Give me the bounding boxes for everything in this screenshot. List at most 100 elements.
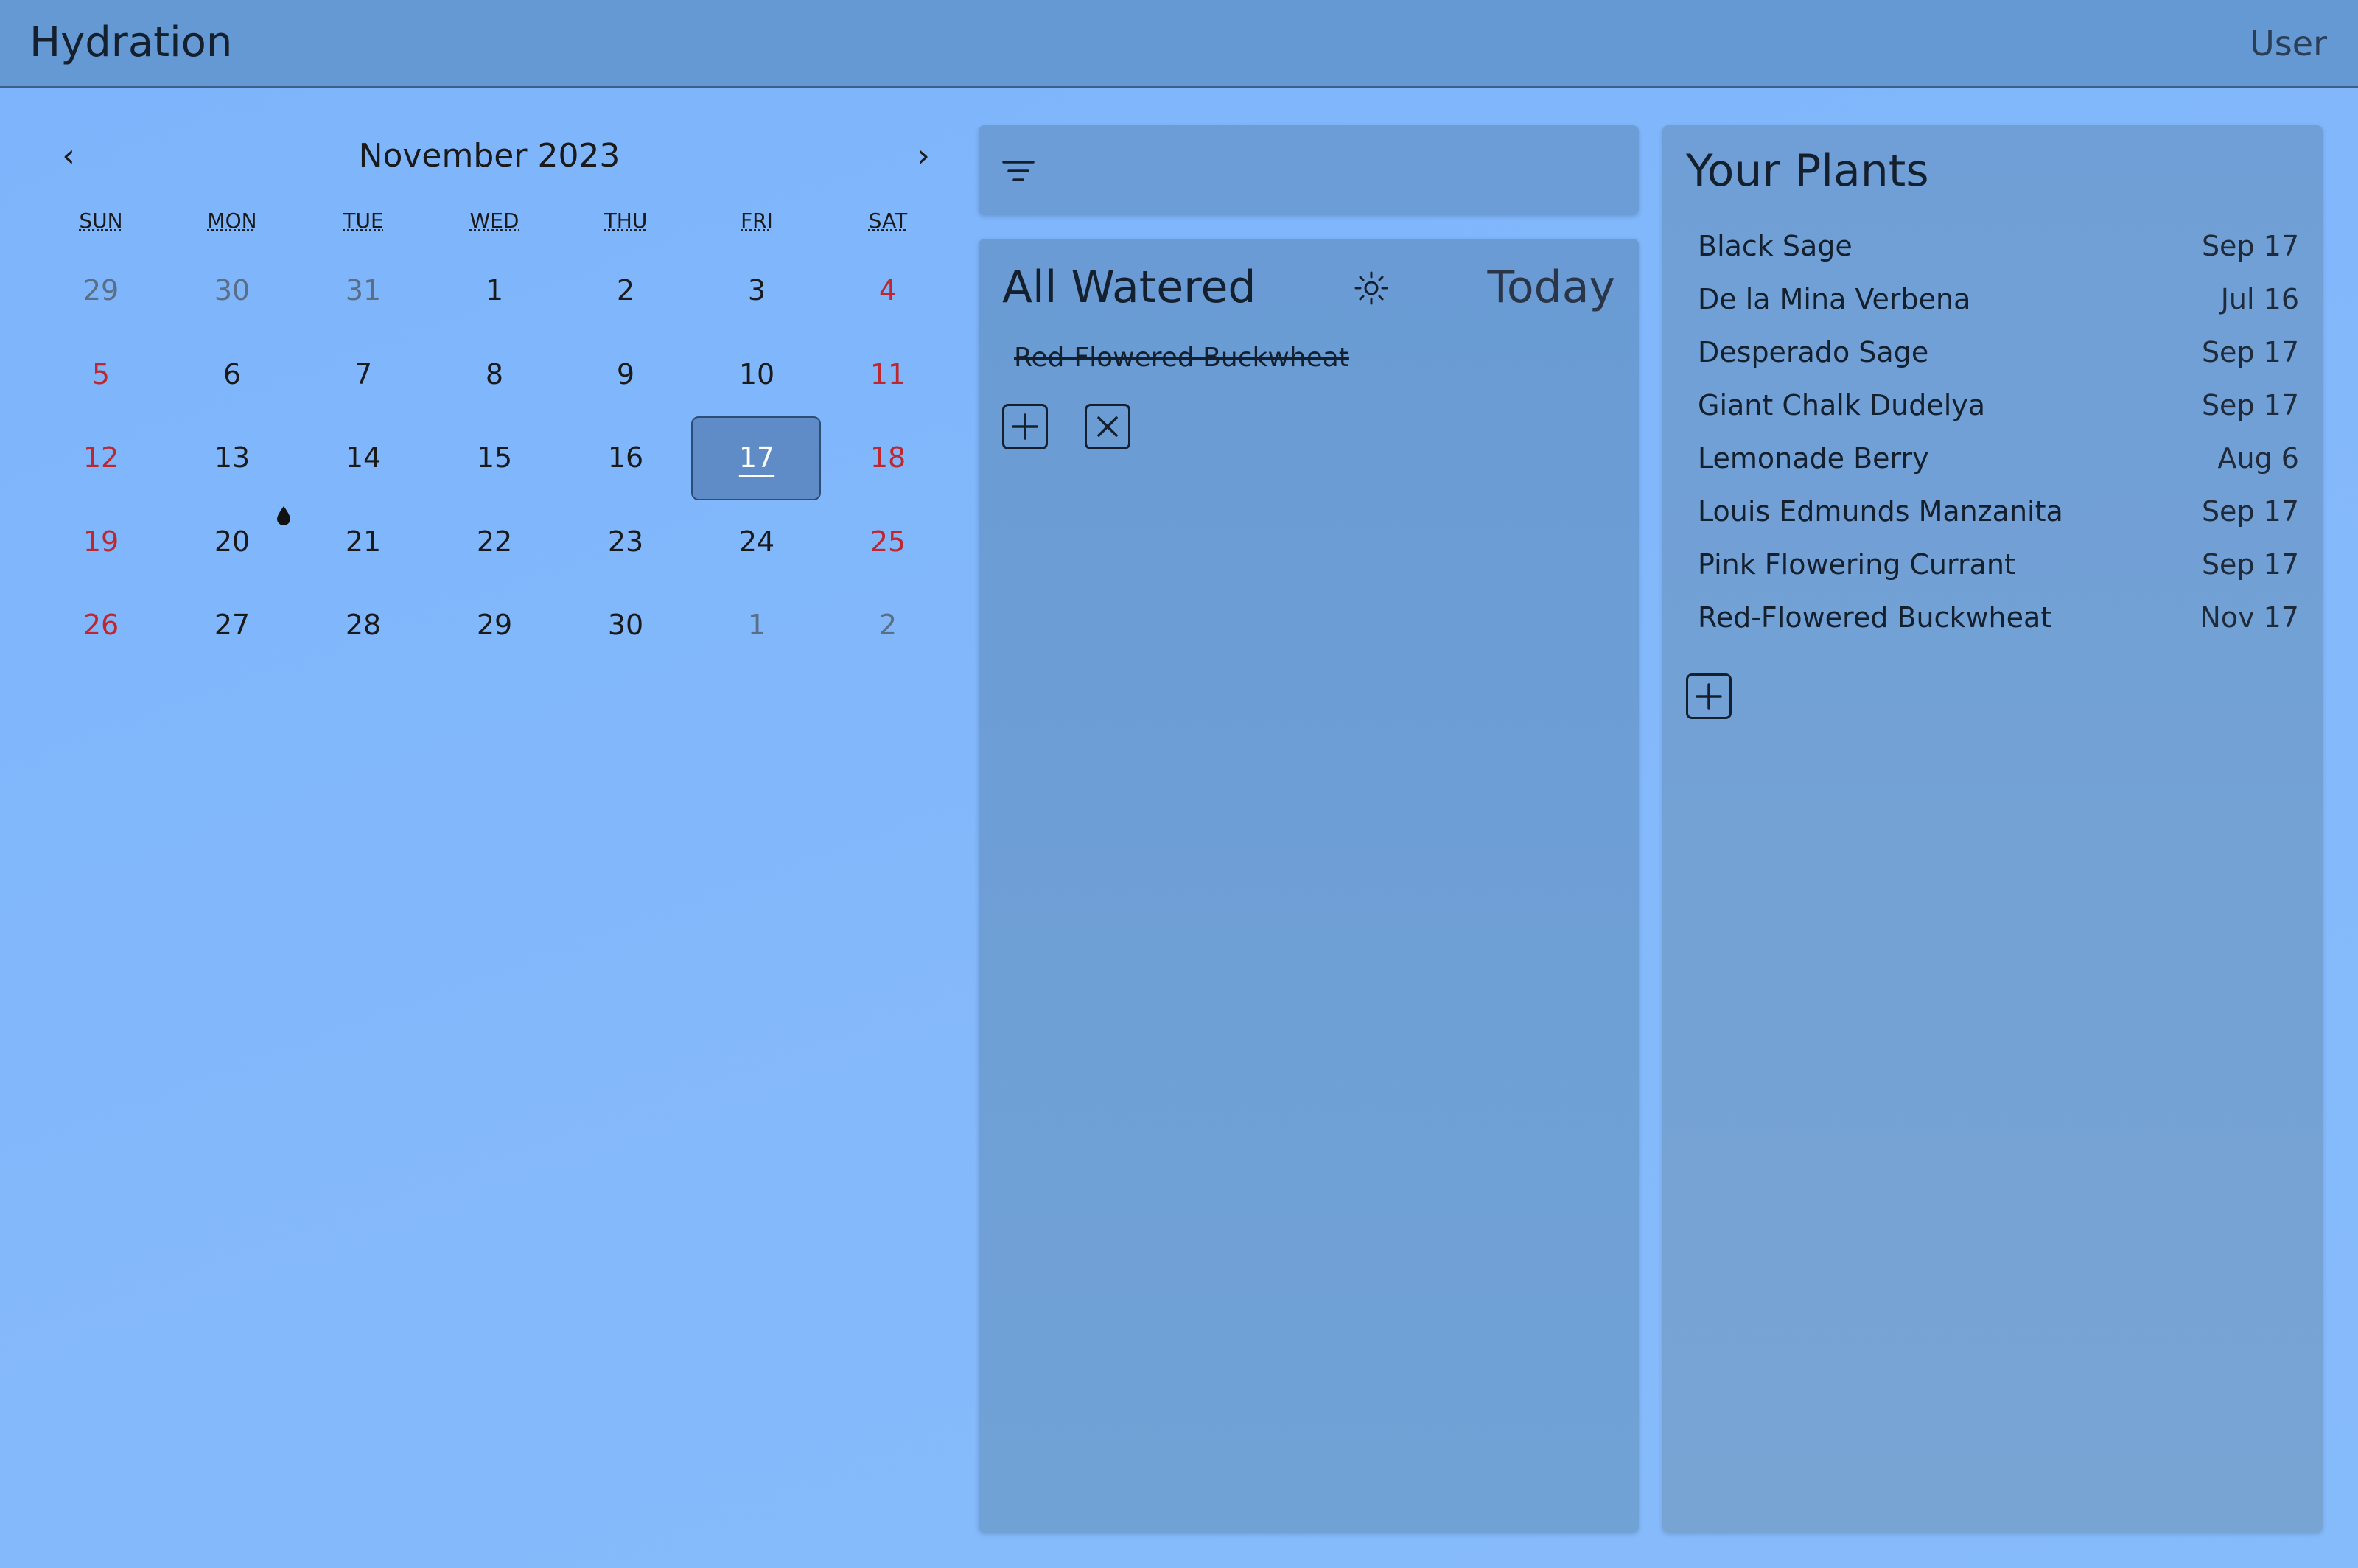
plant-list-item[interactable]: Black Sage Sep 17	[1698, 220, 2299, 273]
calendar-day[interactable]: 16	[560, 416, 691, 500]
calendar-day[interactable]: 30	[167, 249, 298, 333]
calendar-day[interactable]: 4	[822, 249, 954, 333]
x-square-icon	[1097, 416, 1118, 437]
watered-item[interactable]: Red-Flowered Buckwheat	[1014, 337, 1349, 379]
clear-watered-button[interactable]	[1085, 404, 1130, 449]
calendar-day[interactable]: 30	[560, 584, 691, 668]
calendar-day[interactable]: 2	[822, 584, 954, 668]
plant-last-watered-date: Sep 17	[2201, 548, 2299, 581]
plus-square-icon	[1696, 683, 1722, 710]
calendar-day-number: 8	[485, 357, 504, 391]
calendar-day[interactable]: 7	[298, 333, 429, 417]
plants-list: Black Sage Sep 17 De la Mina Verbena Jul 16…	[1698, 220, 2299, 644]
calendar-day-number: 23	[607, 525, 644, 558]
plant-name: Desperado Sage	[1698, 336, 1929, 368]
calendar-day-number: 13	[214, 441, 251, 474]
plant-name: Pink Flowering Currant	[1698, 548, 2015, 581]
calendar-day[interactable]: 24	[691, 500, 822, 584]
calendar-day[interactable]: 15	[429, 416, 560, 500]
calendar-weekday-label: MON	[207, 209, 257, 233]
calendar-day[interactable]: 28	[298, 584, 429, 668]
calendar-day[interactable]: 3	[691, 249, 822, 333]
plant-list-item[interactable]: Giant Chalk Dudelya Sep 17	[1698, 379, 2299, 432]
calendar-day-number: 6	[223, 357, 242, 391]
add-plant-button[interactable]	[1686, 673, 1732, 719]
calendar-day[interactable]: 10	[691, 333, 822, 417]
calendar-day-number: 1	[747, 609, 766, 641]
calendar-weekday-label: FRI	[741, 209, 773, 233]
plant-list-item[interactable]: Lemonade Berry Aug 6	[1698, 432, 2299, 485]
calendar-day-number: 2	[878, 609, 898, 641]
plant-name: De la Mina Verbena	[1698, 283, 1971, 315]
plant-list-item[interactable]: Pink Flowering Currant Sep 17	[1698, 538, 2299, 591]
calendar-day-number: 21	[345, 525, 382, 558]
plant-list-item[interactable]: Louis Edmunds Manzanita Sep 17	[1698, 485, 2299, 538]
calendar-day[interactable]: 27	[167, 584, 298, 668]
calendar-day[interactable]: 1	[429, 249, 560, 333]
calendar-day[interactable]: 29	[429, 584, 560, 668]
calendar-day[interactable]: 11	[822, 333, 954, 417]
calendar-day[interactable]: 12	[35, 416, 167, 500]
plant-last-watered-date: Sep 17	[2201, 336, 2299, 368]
calendar-day-number: 14	[345, 441, 382, 474]
calendar-day[interactable]: 1	[691, 584, 822, 668]
plant-list-item[interactable]: De la Mina Verbena Jul 16	[1698, 273, 2299, 326]
calendar-day-number: 1	[485, 274, 504, 307]
calendar-day[interactable]: 18	[822, 416, 954, 500]
plant-last-watered-date: Nov 17	[2200, 601, 2299, 634]
calendar-day[interactable]: 6	[167, 333, 298, 417]
calendar-day-number: 20	[214, 525, 251, 558]
plant-last-watered-date: Sep 17	[2201, 389, 2299, 421]
calendar-month-label: November 2023	[358, 137, 620, 175]
calendar-day[interactable]: 21	[298, 500, 429, 584]
calendar-day[interactable]: 14	[298, 416, 429, 500]
calendar-day-number: 19	[83, 525, 119, 558]
calendar-day-number: 29	[83, 274, 119, 307]
calendar-day-number: 27	[214, 609, 251, 641]
add-watered-button[interactable]	[1002, 404, 1048, 449]
plant-last-watered-date: Jul 16	[2220, 283, 2299, 315]
watered-panel-title: All Watered	[1002, 262, 1256, 313]
calendar-day[interactable]: 13	[167, 416, 298, 500]
user-menu-link[interactable]: User	[2250, 21, 2327, 66]
plants-panel: Your Plants Black Sage Sep 17 De la Mina V…	[1662, 125, 2323, 1533]
plant-name: Red-Flowered Buckwheat	[1698, 601, 2052, 634]
calendar-weekday-label: TUE	[343, 209, 384, 233]
filter-icon[interactable]	[1001, 158, 1036, 184]
calendar-day[interactable]: 25	[822, 500, 954, 584]
sun-icon[interactable]	[1354, 271, 1388, 305]
calendar-day[interactable]: 23	[560, 500, 691, 584]
plant-name: Giant Chalk Dudelya	[1698, 389, 1986, 421]
calendar-day[interactable]: 31	[298, 249, 429, 333]
calendar-day[interactable]: 5	[35, 333, 167, 417]
calendar-day[interactable]: 8	[429, 333, 560, 417]
plant-list-item[interactable]: Red-Flowered Buckwheat Nov 17	[1698, 591, 2299, 644]
calendar-day[interactable]: 26	[35, 584, 167, 668]
plant-name: Black Sage	[1698, 230, 1853, 262]
calendar-day-number: 7	[354, 357, 373, 391]
calendar-weekday-label: WED	[469, 209, 519, 233]
calendar-header: ‹ November 2023 ›	[35, 125, 943, 192]
calendar-day-number: 24	[738, 525, 775, 558]
calendar-day[interactable]: 22	[429, 500, 560, 584]
calendar-day-number: 31	[345, 274, 382, 307]
calendar-day-number: 3	[747, 274, 766, 307]
calendar-day-number: 28	[345, 609, 382, 641]
calendar-day-number: 30	[607, 609, 644, 641]
calendar-day[interactable]: 19	[35, 500, 167, 584]
plant-last-watered-date: Aug 6	[2217, 442, 2299, 475]
plus-square-icon	[1012, 413, 1038, 440]
calendar-day[interactable]: 29	[35, 249, 167, 333]
plant-list-item[interactable]: Desperado Sage Sep 17	[1698, 326, 2299, 379]
calendar-day-number: 9	[616, 357, 635, 391]
watered-panel: All Watered Today Red-Flowered Buckwheat	[979, 239, 1639, 1533]
app-title: Hydration	[29, 18, 233, 66]
calendar-day-number: 5	[91, 357, 111, 391]
calendar-day-number: 16	[607, 441, 644, 474]
calendar-day-number: 17	[738, 441, 775, 474]
calendar-day[interactable]: 2	[560, 249, 691, 333]
calendar-day-selected[interactable]: 17	[691, 416, 822, 500]
next-month-button[interactable]: ›	[905, 134, 942, 178]
filter-panel	[979, 125, 1639, 215]
calendar-day[interactable]: 9	[560, 333, 691, 417]
